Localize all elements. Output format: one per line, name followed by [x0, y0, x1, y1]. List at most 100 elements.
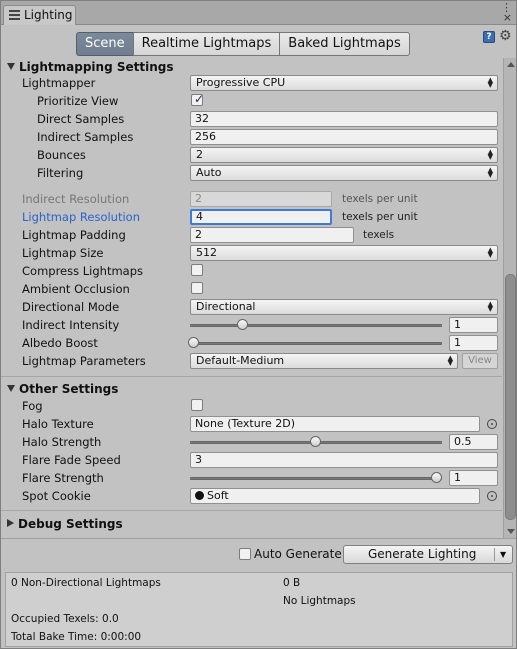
ambient-occlusion-row: Ambient Occlusion	[1, 280, 502, 298]
spot-cookie-row: Spot Cookie Soft	[1, 487, 502, 505]
section-divider	[1, 376, 502, 377]
bounces-label: Bounces	[37, 148, 86, 162]
lightmap-parameters-row: Lightmap Parameters Default-Medium ▲ ▼ Vi…	[1, 352, 502, 370]
lightmap-parameters-label: Lightmap Parameters	[22, 354, 146, 368]
lightmap-size-dropdown[interactable]: 512 ▲ ▼	[190, 245, 498, 261]
no-lightmaps-text: No Lightmaps	[283, 595, 356, 607]
window-menu: ⋮ ×	[501, 2, 512, 23]
prioritize-view-checkbox[interactable]: ✓	[191, 92, 204, 106]
compress-lightmaps-checkbox[interactable]	[191, 264, 203, 276]
spot-cookie-label: Spot Cookie	[22, 489, 91, 503]
object-picker-icon[interactable]	[487, 491, 497, 501]
scroll-down-icon[interactable]	[507, 529, 515, 534]
flare-strength-row: Flare Strength 1	[1, 469, 502, 487]
window-close-icon[interactable]: ×	[501, 12, 512, 23]
spot-cookie-field[interactable]: Soft	[190, 488, 480, 504]
lightmapping-settings-title: Lightmapping Settings	[19, 60, 174, 74]
total-bake-time: Total Bake Time: 0:00:00	[11, 631, 142, 643]
lightmap-resolution-label: Lightmap Resolution	[22, 210, 140, 224]
indirect-intensity-field[interactable]: 1	[449, 317, 498, 333]
lightmap-padding-field[interactable]: 2	[190, 227, 354, 243]
fog-checkbox[interactable]	[191, 399, 203, 411]
lightmapping-settings-header[interactable]: Lightmapping Settings	[7, 60, 173, 74]
albedo-boost-slider-track[interactable]	[190, 342, 442, 345]
directional-mode-label: Directional Mode	[22, 300, 120, 314]
spot-cookie-value: Soft	[207, 489, 229, 502]
auto-generate-toggle[interactable]: Auto Generate	[239, 547, 342, 561]
compress-lightmaps-row: Compress Lightmaps	[1, 262, 502, 280]
prioritize-view-row: Prioritize View ✓	[1, 92, 502, 110]
generate-lighting-label: Generate Lighting	[368, 547, 477, 561]
bounces-value: 2	[196, 148, 203, 161]
dropdown-arrows-icon: ▲ ▼	[487, 148, 493, 161]
help-icon[interactable]: ?	[483, 31, 495, 43]
albedo-boost-slider-knob[interactable]	[188, 337, 199, 348]
ambient-occlusion-label: Ambient Occlusion	[22, 282, 130, 296]
indirect-samples-row: Indirect Samples 256	[1, 128, 502, 146]
scroll-up-icon[interactable]	[507, 62, 515, 67]
filtering-row: Filtering Auto ▲ ▼	[1, 164, 502, 182]
indirect-resolution-label: Indirect Resolution	[22, 192, 130, 206]
lightmapper-value: Progressive CPU	[196, 76, 286, 89]
lightmapper-dropdown[interactable]: Progressive CPU ▲ ▼	[190, 75, 498, 91]
lightmap-size-row: Lightmap Size 512 ▲ ▼	[1, 244, 502, 262]
scrollbar-thumb[interactable]	[505, 274, 516, 520]
direct-samples-row: Direct Samples 32	[1, 110, 502, 128]
indirect-resolution-row: Indirect Resolution 2 texels per unit	[1, 190, 502, 208]
bake-bar: Auto Generate Generate Lighting ▼	[1, 538, 516, 568]
lightmap-size-total: 0 B	[283, 577, 301, 589]
indirect-intensity-slider-track[interactable]	[190, 324, 442, 327]
lightmap-resolution-unit: texels per unit	[342, 211, 418, 223]
other-settings-header[interactable]: Other Settings	[7, 382, 118, 396]
filtering-dropdown[interactable]: Auto ▲ ▼	[190, 165, 498, 181]
other-settings-title: Other Settings	[19, 382, 119, 396]
lighting-tab-icon	[9, 10, 20, 20]
chevron-down-icon[interactable]: ▼	[500, 546, 506, 563]
indirect-samples-field[interactable]: 256	[190, 129, 498, 145]
flare-strength-field[interactable]: 1	[449, 470, 498, 486]
tab-baked-lightmaps[interactable]: Baked Lightmaps	[279, 32, 410, 56]
tab-realtime-lightmaps[interactable]: Realtime Lightmaps	[132, 32, 281, 56]
window-tab-bar: Lighting ⋮ ×	[1, 1, 516, 25]
directional-mode-dropdown[interactable]: Directional ▲ ▼	[190, 299, 498, 315]
lighting-tab[interactable]: Lighting	[3, 5, 76, 25]
filtering-label: Filtering	[37, 166, 84, 180]
generate-lighting-button[interactable]: Generate Lighting ▼	[343, 545, 513, 564]
albedo-boost-field[interactable]: 1	[449, 335, 498, 351]
indirect-intensity-slider-knob[interactable]	[236, 319, 248, 330]
ambient-occlusion-checkbox[interactable]	[191, 282, 203, 294]
auto-generate-checkbox[interactable]	[239, 548, 251, 560]
bounces-dropdown[interactable]: 2 ▲ ▼	[190, 147, 498, 163]
indirect-samples-label: Indirect Samples	[37, 130, 134, 144]
halo-texture-row: Halo Texture None (Texture 2D)	[1, 415, 502, 433]
flare-fade-speed-field[interactable]: 3	[190, 452, 498, 468]
indirect-intensity-label: Indirect Intensity	[22, 318, 120, 332]
vertical-scrollbar[interactable]	[503, 58, 516, 538]
button-separator	[494, 548, 495, 561]
flare-strength-slider-track[interactable]	[190, 477, 442, 480]
halo-strength-field[interactable]: 0.5	[449, 434, 498, 450]
direct-samples-field[interactable]: 32	[190, 111, 498, 127]
lightmap-resolution-field[interactable]: 4	[190, 209, 332, 225]
halo-texture-field[interactable]: None (Texture 2D)	[190, 416, 480, 432]
gear-icon[interactable]: ⚙	[499, 28, 512, 44]
albedo-boost-label: Albedo Boost	[22, 336, 98, 350]
lightmap-resolution-row: Lightmap Resolution 4 texels per unit	[1, 208, 502, 226]
filtering-value: Auto	[196, 166, 222, 179]
dropdown-arrows-icon: ▲ ▼	[447, 354, 453, 367]
tab-scene[interactable]: Scene	[76, 32, 134, 56]
lightmap-padding-unit: texels	[363, 229, 395, 241]
view-parameters-button[interactable]: View	[462, 353, 498, 369]
auto-generate-label: Auto Generate	[254, 547, 342, 561]
debug-settings-title: Debug Settings	[18, 517, 123, 531]
halo-strength-slider-knob[interactable]	[309, 436, 321, 447]
compress-lightmaps-label: Compress Lightmaps	[22, 264, 143, 278]
lightmap-parameters-value: Default-Medium	[196, 354, 285, 367]
object-picker-icon[interactable]	[487, 419, 497, 429]
flare-strength-slider-knob[interactable]	[431, 472, 442, 483]
lightmap-parameters-dropdown[interactable]: Default-Medium ▲ ▼	[190, 353, 458, 369]
section-divider	[1, 510, 502, 511]
indirect-resolution-unit: texels per unit	[342, 193, 418, 205]
lighting-window: Lighting ⋮ × Scene Realtime Lightmaps Ba…	[0, 0, 517, 649]
debug-settings-header[interactable]: Debug Settings	[7, 517, 123, 531]
